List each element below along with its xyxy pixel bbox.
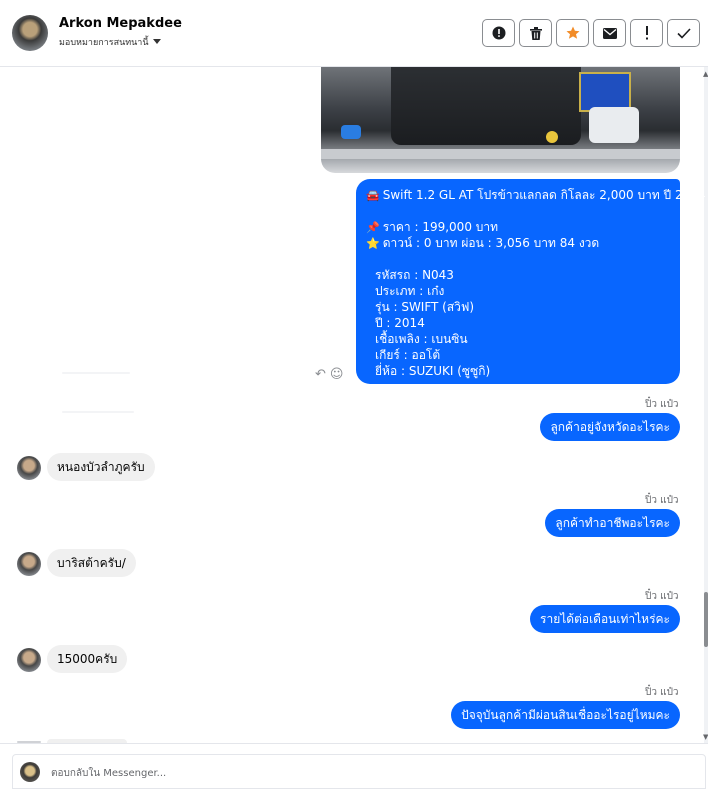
contact-avatar[interactable] [12, 15, 48, 51]
listing-title: Swift 1.2 GL AT โปรข้าวแลกลด กิโลละ 2,00… [382, 188, 706, 202]
mark-unread-button[interactable] [593, 19, 626, 47]
listing-fuel: เชื้อเพลิง : เบนซิน [375, 332, 468, 346]
car-engine-photo[interactable] [321, 67, 680, 173]
outgoing-message[interactable]: ลูกค้าทำอาชีพอะไรคะ [545, 509, 680, 537]
sender-name: ปิ๋ว แป๋ว [645, 687, 679, 698]
scroll-up-icon[interactable]: ▲ [703, 70, 708, 78]
radiator-support [321, 149, 680, 159]
envelope-icon [602, 27, 617, 39]
sender-name: ปิ๋ว แป๋ว [645, 495, 679, 506]
battery [579, 72, 631, 112]
listing-code: รหัสรถ : N043 [375, 268, 454, 282]
contact-avatar-small[interactable] [17, 648, 41, 672]
listing-gear: เกียร์ : ออโต้ [375, 348, 441, 362]
scroll-down-icon[interactable]: ▼ [703, 733, 708, 741]
assign-conversation[interactable]: มอบหมายการสนทนานี้ [59, 35, 161, 49]
incoming-message[interactable]: หนองบัวลำภูครับ [47, 453, 155, 481]
reply-composer[interactable]: ตอบกลับใน Messenger... [12, 754, 706, 789]
message-scrollbar[interactable] [704, 67, 708, 743]
listing-type: ประเภท : เก๋ง [375, 284, 445, 298]
incoming-message[interactable]: 15000ครับ [47, 645, 128, 673]
assign-conversation-label: มอบหมายการสนทนานี้ [59, 38, 149, 48]
star-icon [566, 26, 579, 39]
conversation-header: Arkon Mepakdee มอบหมายการสนทนานี้ [0, 0, 708, 67]
delete-button[interactable] [519, 19, 552, 47]
star-button[interactable] [556, 19, 589, 47]
chevron-down-icon [152, 39, 161, 44]
mark-done-button[interactable] [667, 19, 700, 47]
car-emoji: 🚘 [366, 189, 380, 202]
pin-emoji: 📌 [366, 221, 380, 234]
star-emoji: ⭐ [366, 237, 380, 250]
listing-model: รุ่น : SWIFT (สวิฟ) [375, 300, 475, 314]
coolant-tank [589, 107, 639, 143]
composer-divider [0, 743, 708, 744]
spam-button[interactable] [630, 19, 663, 47]
react-emoji-icon[interactable]: ☺ [330, 367, 344, 382]
car-listing-message[interactable]: 🚘 Swift 1.2 GL AT โปรข้าวแลกลด กิโลละ 2,0… [356, 179, 706, 384]
listing-brand: ยี่ห้อ : SUZUKI (ซูซูกิ) [375, 364, 491, 378]
exclamation-icon [645, 26, 648, 40]
contact-avatar-small[interactable] [17, 552, 41, 576]
sender-name: ปิ๋ว แป๋ว [645, 591, 679, 602]
faded-placeholder [62, 372, 130, 374]
incoming-message[interactable]: บาริสต้าครับ/ [47, 549, 136, 577]
listing-year: ปี : 2014 [375, 316, 425, 330]
faded-placeholder [62, 411, 134, 413]
listing-down-payment: ดาวน์ : 0 บาท ผ่อน : 3,056 บาท 84 งวด [382, 236, 600, 250]
outgoing-message[interactable]: ปัจจุบันลูกค้ามีผ่อนสินเชื่ออะไรอยู่ไหมค… [451, 701, 680, 729]
alert-circle-icon [492, 26, 505, 40]
reply-icon[interactable]: ↶ [315, 367, 326, 382]
oil-cap [546, 131, 558, 143]
outgoing-message[interactable]: ลูกค้าอยู่จังหวัดอะไรคะ [540, 413, 680, 441]
alert-circle-button[interactable] [482, 19, 515, 47]
sender-name: ปิ๋ว แป๋ว [645, 399, 679, 410]
outgoing-message[interactable]: รายได้ต่อเดือนเท่าไหร่คะ [530, 605, 680, 633]
check-icon [676, 27, 691, 39]
contact-name[interactable]: Arkon Mepakdee [59, 16, 182, 31]
listing-price: ราคา : 199,000 บาท [382, 220, 499, 234]
trash-icon [529, 26, 542, 40]
page-avatar [20, 762, 40, 782]
conversation-toolbar [482, 19, 700, 47]
fluid-cap [341, 125, 361, 139]
scroll-thumb[interactable] [704, 592, 708, 647]
reply-input-placeholder[interactable]: ตอบกลับใน Messenger... [51, 766, 166, 781]
contact-avatar-small[interactable] [17, 456, 41, 480]
message-actions: ↶ ☺ [315, 367, 343, 382]
